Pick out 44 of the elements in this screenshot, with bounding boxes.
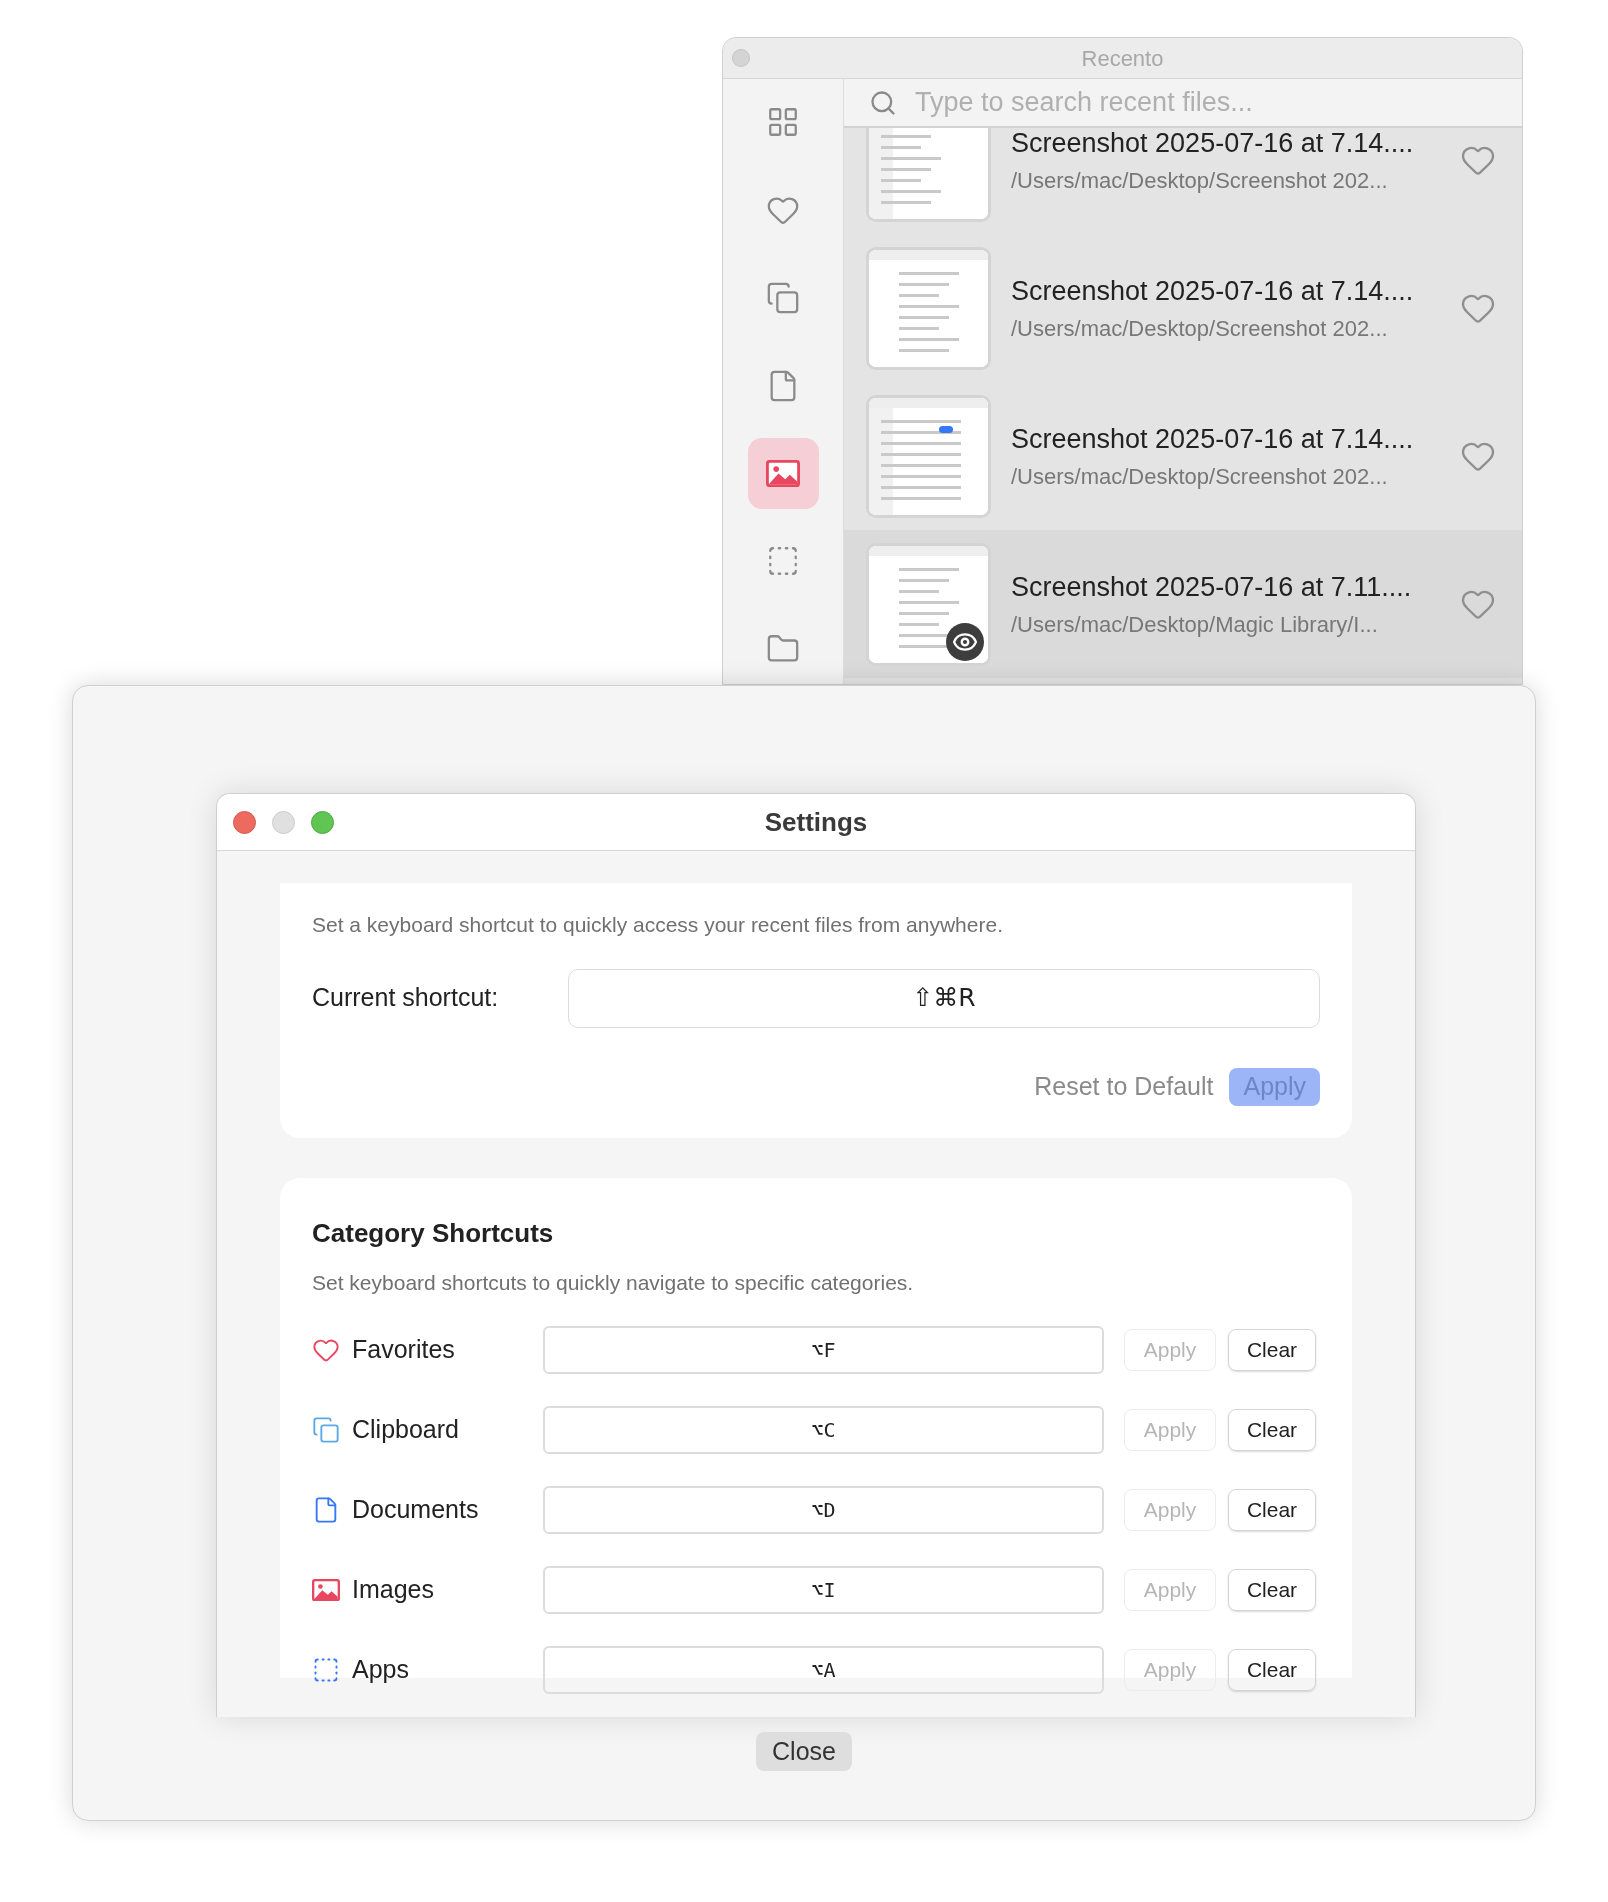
file-path: /Users/mac/Desktop/Screenshot 202...	[1011, 166, 1389, 195]
field-label: Current shortcut:	[312, 982, 500, 1014]
category-label: Clipboard	[352, 1414, 460, 1446]
clear-button[interactable]: Clear	[1228, 1569, 1316, 1611]
dashed-square-icon	[312, 1656, 340, 1684]
category-label: Images	[352, 1574, 435, 1606]
file-path: /Users/mac/Desktop/Screenshot 202...	[1011, 314, 1389, 343]
window-title: Settings	[764, 805, 868, 839]
shortcut-field[interactable]: ⌥D	[543, 1486, 1104, 1534]
category-label: Documents	[352, 1494, 480, 1526]
clear-button[interactable]: Clear	[1228, 1649, 1316, 1691]
section-heading: Category Shortcuts	[312, 1216, 555, 1250]
file-title: Screenshot 2025-07-16 at 7.11....	[1011, 571, 1413, 605]
shortcut-field[interactable]: ⌥A	[543, 1646, 1104, 1694]
shortcut-field[interactable]: ⇧⌘R	[568, 968, 1320, 1028]
search-bar[interactable]: Type to search recent files...	[844, 79, 1522, 128]
shortcut-field[interactable]: ⌥F	[543, 1326, 1104, 1374]
image-icon	[766, 459, 800, 487]
section-description: Set a keyboard shortcut to quickly access your recent files from anywhere.	[312, 912, 1004, 938]
image-icon	[312, 1578, 340, 1602]
shortcut-field[interactable]: ⌥I	[543, 1566, 1104, 1614]
search-icon	[869, 88, 897, 117]
file-title: Screenshot 2025-07-16 at 7.14....	[1011, 128, 1415, 161]
close-button[interactable]: Close	[756, 1732, 852, 1771]
copy-icon	[766, 280, 800, 315]
sidebar-item[interactable]	[747, 437, 819, 509]
file-path: /Users/mac/Desktop/Magic Library/I...	[1011, 610, 1379, 639]
search-field[interactable]: Type to search recent files...	[915, 82, 1522, 123]
section-description: Set keyboard shortcuts to quickly navigate to specific categories.	[312, 1269, 915, 1296]
file-row[interactable]: Screenshot 2025-07-16 at 7.11.... /Users/mac/Desktop/Magic Library/I...	[844, 530, 1522, 678]
shortcut-field[interactable]: ⌥C	[543, 1406, 1104, 1454]
file-title: Screenshot 2025-07-16 at 7.14....	[1011, 423, 1415, 457]
file-row[interactable]: Screenshot 2025-07-16 at 7.14.... /Users/mac/Desktop/Screenshot 202...	[844, 128, 1522, 234]
clear-button[interactable]: Clear	[1228, 1329, 1316, 1371]
clear-button[interactable]: Clear	[1228, 1409, 1316, 1451]
clear-button[interactable]: Clear	[1228, 1489, 1316, 1531]
category-label: Apps	[352, 1654, 410, 1686]
file-path: /Users/mac/Desktop/Screenshot 202...	[1011, 462, 1389, 491]
window-title: Recento	[1081, 44, 1164, 73]
copy-icon	[312, 1416, 340, 1444]
file-row[interactable]: Screenshot 2025-07-16 at 7.14.... /Users/mac/Desktop/Screenshot 202...	[844, 234, 1522, 382]
file-row[interactable]: Screenshot 2025-07-16 at 7.14.... /Users/mac/Desktop/Screenshot 202...	[844, 382, 1522, 530]
category-label: Favorites	[352, 1334, 456, 1366]
file-title: Screenshot 2025-07-16 at 7.14....	[1011, 275, 1415, 309]
